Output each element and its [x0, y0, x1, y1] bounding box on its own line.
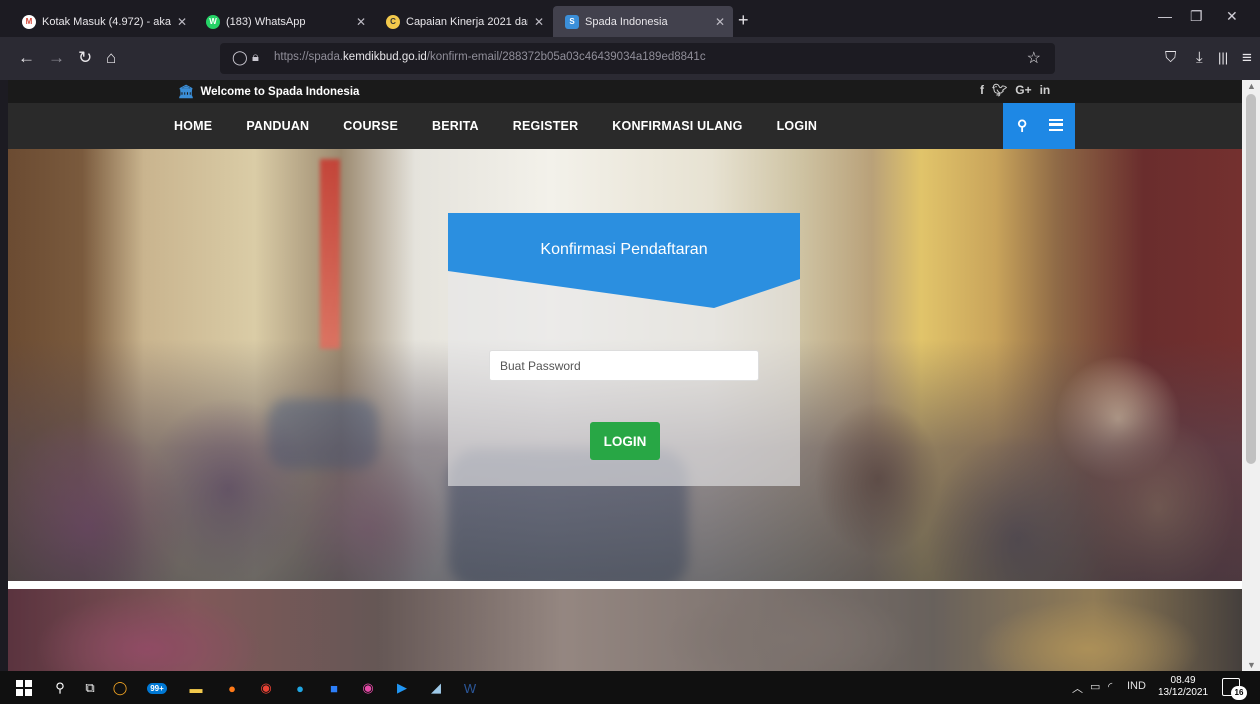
windows-taskbar: ⚲ ⧉ ◯ 99+ ▬ ● ◉ ● ■ ◉ ▶ ◢ W ︿ ▭ ◜ IND 08… [0, 671, 1260, 704]
password-input[interactable] [489, 350, 759, 381]
zoom-app-icon[interactable]: ■ [324, 678, 344, 698]
start-windows-icon[interactable] [14, 678, 34, 698]
chrome-canary-icon[interactable]: ◉ [358, 678, 378, 698]
tab-spada-indonesia[interactable]: S Spada Indonesia ✕ [553, 6, 733, 37]
address-bar[interactable]: ◯ 🔒︎ https://spada.kemdikbud.go.id/konfi… [220, 43, 1055, 74]
nav-login[interactable]: LOGIN [777, 103, 818, 149]
window-close-icon[interactable]: ✕ [1226, 8, 1238, 25]
back-icon[interactable]: ← [18, 48, 35, 68]
nav-action-panel: ⚲ [1003, 103, 1075, 149]
wifi-icon[interactable]: ◜ [1108, 680, 1112, 693]
firefox-icon[interactable]: ● [222, 678, 242, 698]
hamburger-menu-icon[interactable] [1049, 119, 1063, 131]
mail-badge: 99+ [147, 682, 167, 694]
lock-icon[interactable]: 🔒︎ [252, 49, 259, 65]
nav-berita[interactable]: BERITA [432, 103, 479, 149]
tracking-shield-icon[interactable]: ◯ [232, 49, 248, 66]
nav-course[interactable]: COURSE [343, 103, 398, 149]
hero-flag-shape [320, 159, 340, 349]
notification-count: 16 [1231, 686, 1247, 700]
card-banner [448, 213, 800, 308]
home-icon[interactable]: ⌂ [106, 48, 116, 68]
menu-icon[interactable]: ≡ [1242, 48, 1252, 68]
tray-chevron-icon[interactable]: ︿ [1072, 680, 1083, 696]
hero-background: Konfirmasi Pendaftaran LOGIN [8, 149, 1242, 581]
reload-icon[interactable]: ↻ [78, 48, 92, 68]
edge-icon[interactable]: ● [290, 678, 310, 698]
minimize-icon[interactable]: — [1158, 8, 1172, 24]
site-favicon-icon: C [386, 14, 400, 29]
linkedin-icon[interactable]: in [1040, 83, 1051, 97]
nav-konfirmasi-ulang[interactable]: KONFIRMASI ULANG [612, 103, 742, 149]
browser-tab-strip: M Kotak Masuk (4.972) - akamaw ✕ W (183)… [0, 0, 1260, 37]
library-icon[interactable]: ||| [1218, 48, 1228, 68]
search-taskbar-icon[interactable]: ⚲ [50, 678, 70, 698]
nav-register[interactable]: REGISTER [513, 103, 579, 149]
browser-toolbar: ← → ↻ ⌂ ◯ 🔒︎ https://spada.kemdikbud.go.… [0, 37, 1260, 80]
google-plus-icon[interactable]: G+ [1015, 83, 1031, 97]
url-text[interactable]: https://spada.kemdikbud.go.id/konfirm-em… [274, 51, 706, 63]
whatsapp-icon: W [206, 14, 220, 29]
restore-icon[interactable]: ❐ [1190, 8, 1203, 25]
login-button[interactable]: LOGIN [590, 422, 660, 460]
form-title: Konfirmasi Pendaftaran [540, 241, 708, 258]
page-scrollbar[interactable]: ▲ ▼ [1242, 80, 1260, 671]
language-indicator[interactable]: IND [1127, 680, 1146, 692]
bookmark-star-icon[interactable]: ☆ [1027, 48, 1041, 68]
lower-section-background [8, 589, 1242, 671]
tab-title: (183) WhatsApp [226, 15, 306, 28]
welcome-text: 🏛︎ Welcome to Spada Indonesia [178, 84, 359, 100]
pocket-icon[interactable]: ⛉ [1165, 48, 1176, 68]
tab-title: Kotak Masuk (4.972) - akamaw [42, 15, 171, 28]
url-domain: kemdikbud.go.id [343, 51, 427, 63]
close-tab-icon[interactable]: ✕ [356, 15, 366, 29]
url-prefix: https://spada. [274, 51, 344, 63]
site-topbar: 🏛︎ Welcome to Spada Indonesia f 🐦︎ G+ in [8, 80, 1242, 103]
file-explorer-icon[interactable]: ▬ [186, 678, 206, 698]
social-links: f 🐦︎ G+ in [980, 83, 1050, 97]
confirm-registration-card: Konfirmasi Pendaftaran LOGIN [448, 213, 800, 486]
system-clock[interactable]: 08.49 13/12/2021 [1158, 675, 1208, 699]
nav-panduan[interactable]: PANDUAN [246, 103, 309, 149]
scroll-up-icon[interactable]: ▲ [1247, 81, 1256, 91]
url-path: /konfirm-email/288372b05a03c46439034a189… [426, 51, 706, 63]
battery-icon[interactable]: ▭ [1090, 680, 1100, 693]
clock-date: 13/12/2021 [1158, 687, 1209, 698]
close-tab-icon[interactable]: ✕ [177, 15, 187, 29]
twitter-icon[interactable]: 🐦︎ [992, 83, 1007, 97]
search-icon[interactable]: ⚲ [1017, 117, 1027, 134]
chrome-icon[interactable]: ◉ [256, 678, 276, 698]
gmail-icon: M [22, 14, 36, 29]
facebook-icon[interactable]: f [980, 83, 984, 97]
forward-icon[interactable]: → [48, 48, 65, 68]
scrollbar-thumb[interactable] [1246, 94, 1256, 464]
web-page: 🏛︎ Welcome to Spada Indonesia f 🐦︎ G+ in… [8, 80, 1242, 671]
tab-whatsapp[interactable]: W (183) WhatsApp ✕ [194, 6, 374, 37]
new-tab-button[interactable]: + [738, 10, 749, 31]
scroll-down-icon[interactable]: ▼ [1247, 660, 1256, 670]
tab-capaian-kinerja[interactable]: C Capaian Kinerja 2021 dan RKAT ✕ [374, 6, 552, 37]
word-icon[interactable]: W [460, 678, 480, 698]
media-player-icon[interactable]: ▶ [392, 678, 412, 698]
mail-app-icon[interactable]: 99+ [140, 678, 174, 698]
institution-icon: 🏛︎ [178, 84, 195, 99]
downloads-icon[interactable]: ⤓ [1196, 48, 1203, 68]
nav-home[interactable]: HOME [174, 103, 212, 149]
app-icon[interactable]: ◢ [426, 678, 446, 698]
tab-title: Spada Indonesia [585, 15, 668, 28]
close-tab-icon[interactable]: ✕ [715, 15, 725, 29]
spada-favicon-icon: S [565, 14, 579, 29]
close-tab-icon[interactable]: ✕ [534, 15, 544, 29]
clock-time: 08.49 [1170, 675, 1196, 686]
main-navigation: HOME PANDUAN COURSE BERITA REGISTER KONF… [8, 103, 1242, 149]
welcome-label: Welcome to Spada Indonesia [200, 86, 360, 98]
tab-gmail[interactable]: M Kotak Masuk (4.972) - akamaw ✕ [10, 6, 195, 37]
main-menu: HOME PANDUAN COURSE BERITA REGISTER KONF… [174, 103, 851, 149]
cortana-icon[interactable]: ◯ [110, 678, 130, 698]
task-view-icon[interactable]: ⧉ [80, 678, 100, 698]
tab-title: Capaian Kinerja 2021 dan RKAT [406, 15, 528, 28]
